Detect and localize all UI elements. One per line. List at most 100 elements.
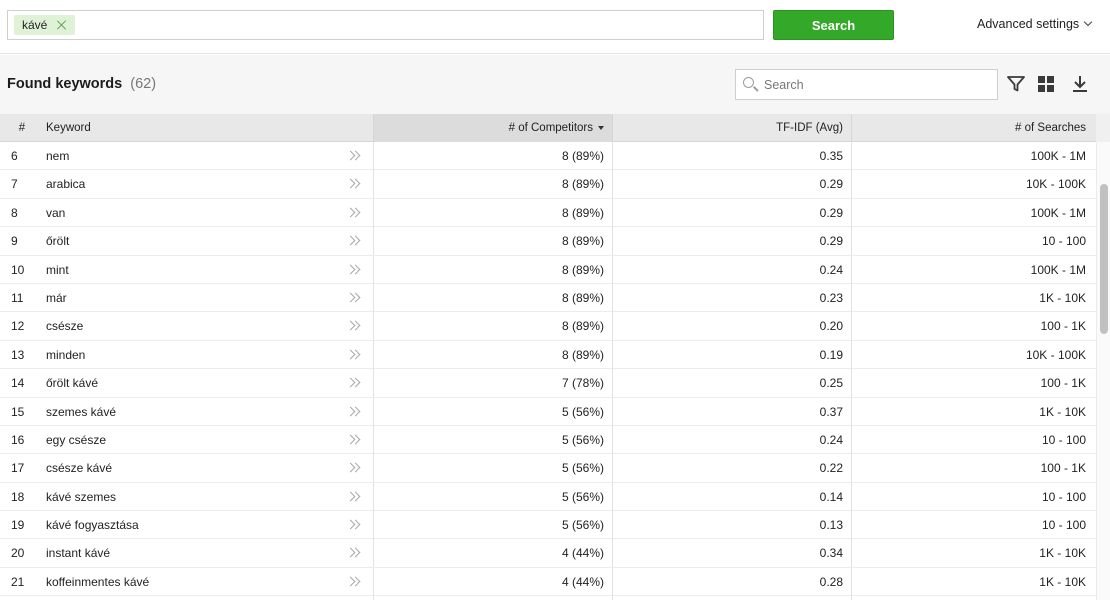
row-keyword-cell: már (38, 283, 374, 312)
row-searches: 1K - 10K (1039, 290, 1086, 305)
row-tfidf-cell: 0.22 (613, 454, 852, 483)
row-competitors: 8 (89%) (561, 205, 604, 220)
scrollbar-corner (1096, 114, 1110, 142)
row-keyword-cell: kávé fogyasztása (38, 511, 374, 540)
row-tfidf-cell: 0.13 (613, 511, 852, 540)
row-searches-cell: 10 - 100 (852, 426, 1096, 454)
table-row[interactable]: 17 csésze kávé 5 (56%) 0.22 100 - 1K (0, 454, 1096, 483)
table-row[interactable]: 7 arabica 8 (89%) 0.29 10K - 100K (0, 170, 1096, 199)
table-row[interactable]: 19 kávé fogyasztása 5 (56%) 0.13 10 - 100 (0, 511, 1096, 540)
header-tfidf[interactable]: TF-IDF (Avg) (613, 114, 852, 142)
row-competitors-cell: 5 (56%) (374, 425, 613, 454)
header-num: # (18, 122, 26, 134)
table-row[interactable]: 12 csésze 8 (89%) 0.20 100 - 1K (0, 312, 1096, 341)
table-row[interactable]: 14 őrölt kávé 7 (78%) 0.25 100 - 1K (0, 369, 1096, 398)
row-keyword-cell: koffeinmentes kávé (38, 567, 374, 596)
row-keyword-cell: instant kávé (38, 539, 374, 568)
expand-keyword-icon[interactable] (345, 377, 361, 388)
remove-tag-icon[interactable] (57, 20, 67, 30)
keyword-search-input[interactable] (764, 76, 984, 94)
row-keyword: koffeinmentes kávé (46, 574, 150, 589)
expand-keyword-icon[interactable] (345, 548, 361, 558)
row-searches: 10 - 100 (1041, 518, 1086, 533)
table-row[interactable]: 11 már 8 (89%) 0.23 1K - 10K (0, 283, 1096, 313)
table-row[interactable]: 15 szemes kávé 5 (56%) 0.37 1K - 10K (0, 397, 1096, 426)
row-keyword: instant kávé (46, 546, 111, 561)
expand-keyword-icon[interactable] (345, 462, 361, 473)
header-searches[interactable]: # of Searches (852, 114, 1096, 142)
row-num: 8 (11, 205, 18, 220)
expand-keyword-icon[interactable] (345, 207, 361, 218)
table-row[interactable]: 9 őrölt 8 (89%) 0.29 10 - 100 (0, 227, 1096, 256)
row-competitors: 4 (44%) (561, 546, 604, 561)
row-tfidf: 0.24 (819, 432, 843, 447)
search-button[interactable]: Search (773, 10, 894, 40)
row-searches: 100 - 1K (1040, 319, 1086, 334)
scrollbar-thumb[interactable] (1100, 184, 1108, 334)
header-keyword[interactable]: Keyword (38, 114, 374, 142)
table-row[interactable]: 6 nem 8 (89%) 0.35 100K - 1M (0, 142, 1096, 171)
keyword-search-box[interactable] (735, 69, 998, 100)
row-searches-cell: 10K - 100K (852, 341, 1096, 369)
found-keywords-title-text: Found keywords (7, 76, 123, 92)
expand-keyword-icon[interactable] (345, 349, 361, 360)
header-competitors[interactable]: # of Competitors (374, 114, 613, 142)
row-competitors-cell (374, 596, 613, 600)
table-row[interactable]: 20 instant kávé 4 (44%) 0.34 1K - 10K (0, 539, 1096, 568)
row-searches: 10 - 100 (1041, 489, 1086, 504)
expand-keyword-icon[interactable] (345, 264, 361, 275)
table-row[interactable]: 21 koffeinmentes kávé 4 (44%) 0.28 1K - 10K (0, 567, 1096, 597)
table-row[interactable]: 18 kávé szemes 5 (56%) 0.14 10 - 100 (0, 482, 1096, 512)
row-keyword-cell: mint (38, 255, 374, 284)
expand-keyword-icon[interactable] (345, 178, 361, 189)
row-tfidf: 0.28 (819, 574, 843, 589)
expand-keyword-icon[interactable] (345, 320, 361, 331)
advanced-settings-toggle[interactable]: Advanced settings (977, 17, 1093, 31)
expand-keyword-icon[interactable] (345, 576, 361, 587)
row-num: 18 (11, 489, 25, 504)
table-row[interactable]: 10 mint 8 (89%) 0.24 100K - 1M (0, 255, 1096, 284)
row-competitors-cell: 8 (89%) (374, 283, 613, 312)
row-searches-cell: 100K - 1M (852, 199, 1096, 227)
row-competitors-cell: 8 (89%) (374, 170, 613, 199)
row-keyword-cell: nem (38, 142, 374, 170)
row-competitors: 5 (56%) (561, 518, 604, 533)
row-keyword: mint (46, 262, 69, 277)
row-tfidf: 0.23 (819, 290, 843, 305)
row-tfidf-cell: 0.24 (613, 255, 852, 284)
row-keyword-cell: szemes kávé (38, 397, 374, 426)
row-tfidf-cell: 0.29 (613, 170, 852, 199)
row-num-cell (0, 596, 38, 600)
found-keywords-title: Found keywords (62) (7, 76, 156, 92)
table-row[interactable]: 13 minden 8 (89%) 0.19 10K - 100K (0, 340, 1096, 370)
table-scrollbar[interactable] (1096, 142, 1110, 600)
row-tfidf: 0.34 (819, 546, 843, 561)
row-searches: 100 - 1K (1040, 376, 1086, 391)
row-searches-cell: 10K - 100K (852, 170, 1096, 198)
download-icon[interactable] (1070, 74, 1090, 94)
keyword-tag-input[interactable]: kávé (7, 10, 764, 40)
expand-keyword-icon[interactable] (345, 292, 361, 303)
row-num: 6 (11, 149, 18, 163)
table-row[interactable] (0, 596, 1096, 600)
row-searches: 10K - 100K (1025, 177, 1086, 192)
table-row[interactable]: 16 egy csésze 5 (56%) 0.24 10 - 100 (0, 425, 1096, 455)
expand-keyword-icon[interactable] (345, 235, 361, 246)
found-keywords-header: Found keywords (62) (0, 55, 1110, 114)
row-tfidf: 0.29 (819, 205, 843, 220)
grid-view-icon[interactable] (1036, 74, 1056, 94)
expand-keyword-icon[interactable] (345, 434, 361, 445)
expand-keyword-icon[interactable] (345, 150, 361, 161)
expand-keyword-icon[interactable] (345, 519, 361, 530)
expand-keyword-icon[interactable] (345, 491, 361, 502)
row-num-cell: 21 (0, 568, 38, 596)
keyword-tag-label: kávé (22, 18, 48, 32)
row-keyword: egy csésze (46, 432, 107, 447)
row-searches: 10K - 100K (1025, 347, 1086, 362)
expand-keyword-icon[interactable] (345, 406, 361, 417)
table-row[interactable]: 8 van 8 (89%) 0.29 100K - 1M (0, 198, 1096, 228)
row-num-cell: 13 (0, 341, 38, 369)
row-searches-cell (852, 596, 1096, 600)
row-num-cell: 20 (0, 539, 38, 567)
filter-icon[interactable] (1006, 74, 1026, 94)
